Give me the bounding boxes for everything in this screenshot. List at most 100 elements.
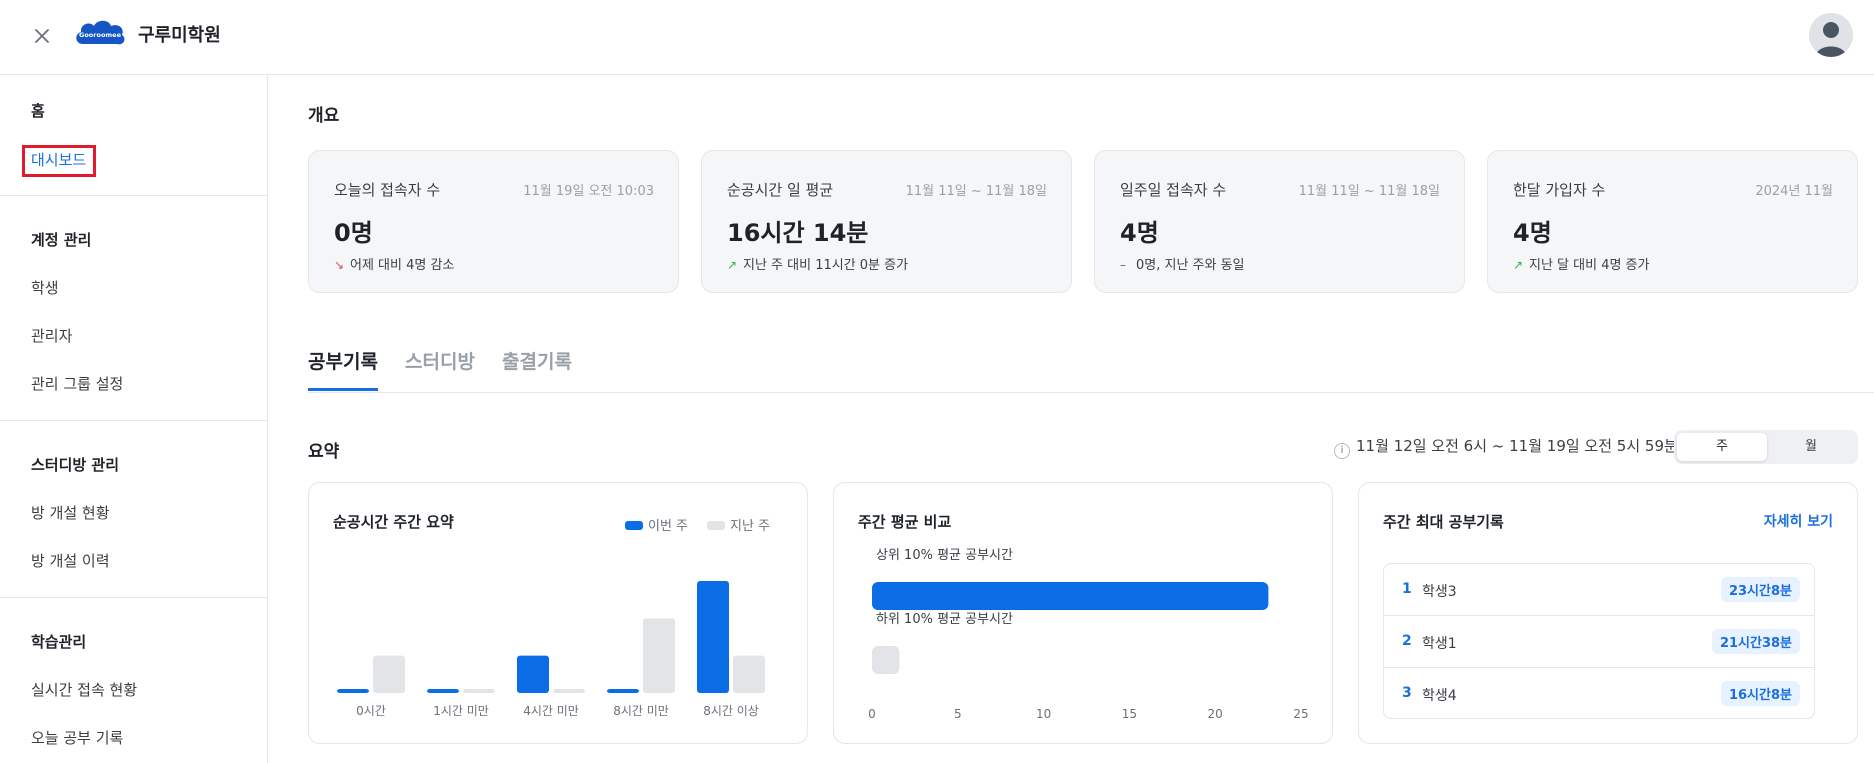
stat-label: 순공시간 일 평균 — [727, 181, 834, 199]
rank-number: 3 — [1402, 685, 1412, 701]
period-week-button[interactable]: 주 — [1677, 433, 1767, 461]
logo-text: Gooroomee — [79, 31, 122, 39]
bar-label: 하위 10% 평균 공부시간 — [876, 612, 1013, 627]
sidebar-item-today-study[interactable]: 오늘 공부 기록 — [31, 727, 123, 748]
bar-label: 상위 10% 평균 공부시간 — [876, 548, 1013, 563]
stat-change: ↗ 지난 달 대비 4명 증가 — [1513, 254, 1649, 273]
sidebar: 홈 대시보드 계정 관리 학생 관리자 관리 그룹 설정 스터디방 관리 방 개… — [0, 75, 268, 763]
date-range: i 11월 12일 오전 6시 ~ 11월 19일 오전 5시 59분 — [1334, 435, 1678, 459]
bar-last-week — [643, 618, 675, 693]
average-bar-chart: 상위 10% 평균 공부시간하위 10% 평균 공부시간 0 5 10 15 20 25 — [868, 548, 1308, 721]
stat-label: 오늘의 접속자 수 — [334, 181, 441, 199]
weekly-bar-chart: 0시간 1시간 미만 4시간 미만 8시간 미만 8시간 이상 — [337, 581, 765, 718]
overview-title: 개요 — [308, 106, 340, 126]
sidebar-section-account: 계정 관리 — [31, 231, 92, 249]
weekly-average-panel: 주간 평균 비교 상위 10% 평균 공부시간 하위 10% 평균 공부시간 0 5 1… — [833, 482, 1333, 744]
rank-row[interactable]: 3 학생4 16시간8분 — [1384, 668, 1814, 720]
stat-change-text: 어제 대비 4명 감소 — [350, 258, 455, 273]
sidebar-section-studyroom: 스터디방 관리 — [31, 456, 120, 474]
x-tick-label: 8시간 미만 — [613, 704, 669, 718]
trend-up-icon: ↗ — [727, 258, 738, 272]
stat-change: ↗ 지난 주 대비 11시간 0분 증가 — [727, 254, 908, 273]
bar-bottom-10 — [872, 646, 900, 674]
x-tick-label: 5 — [954, 707, 962, 721]
bar-this-week — [427, 689, 459, 693]
bar-last-week — [553, 689, 585, 693]
sidebar-item-dashboard[interactable]: 대시보드 — [31, 149, 86, 170]
date-range-text: 11월 12일 오전 6시 ~ 11월 19일 오전 5시 59분 — [1356, 437, 1678, 455]
info-icon: i — [1334, 443, 1350, 459]
bar-this-week — [607, 689, 639, 693]
tab-attendance[interactable]: 출결기록 — [502, 347, 572, 388]
sidebar-item-group-settings[interactable]: 관리 그룹 설정 — [31, 373, 123, 394]
stat-change-text: 지난 주 대비 11시간 0분 증가 — [743, 258, 909, 273]
tab-study-room[interactable]: 스터디방 — [405, 347, 475, 388]
sidebar-item-room-history[interactable]: 방 개설 이력 — [31, 550, 110, 571]
user-avatar-icon — [1809, 13, 1853, 57]
stat-change-text: 지난 달 대비 4명 증가 — [1529, 258, 1650, 273]
record-tabs: 공부기록 스터디방 출결기록 — [308, 347, 1874, 393]
stat-change-text: 0명, 지난 주와 동일 — [1136, 258, 1245, 273]
bar-last-week — [463, 689, 495, 693]
x-tick-label: 25 — [1293, 707, 1308, 721]
summary-title: 요약 — [308, 442, 340, 462]
view-details-link[interactable]: 자세히 보기 — [1764, 511, 1833, 531]
stat-label: 한달 가입자 수 — [1513, 181, 1606, 199]
study-time-badge: 16시간8분 — [1720, 681, 1800, 706]
rank-list: 1 학생3 23시간8분 2 학생1 21시간38분 3 학생4 16시간8분 — [1383, 563, 1815, 719]
rank-number: 1 — [1402, 581, 1412, 597]
user-avatar[interactable] — [1809, 13, 1853, 57]
sidebar-section-learning: 학습관리 — [31, 633, 87, 651]
stat-value: 4명 — [1513, 219, 1552, 247]
stat-label: 일주일 접속자 수 — [1120, 181, 1227, 199]
app-title: 구루미학원 — [138, 25, 221, 46]
x-tick-label: 1시간 미만 — [433, 704, 489, 718]
sidebar-divider — [0, 195, 267, 196]
stat-value: 4명 — [1120, 219, 1159, 247]
bar-last-week — [373, 655, 405, 693]
top-header: Gooroomee 구루미학원 — [0, 0, 1874, 75]
tab-study-record[interactable]: 공부기록 — [308, 347, 378, 391]
sidebar-item-live-access[interactable]: 실시간 접속 현황 — [31, 679, 137, 700]
student-name: 학생3 — [1422, 584, 1457, 600]
gooroomee-logo: Gooroomee — [73, 16, 127, 50]
period-toggle: 주 월 — [1674, 430, 1858, 464]
sidebar-divider — [0, 597, 267, 598]
trend-down-icon: ↘ — [334, 258, 345, 272]
x-tick-label: 8시간 이상 — [703, 704, 759, 718]
close-button[interactable] — [30, 24, 54, 48]
trend-up-icon: ↗ — [1513, 258, 1524, 272]
stat-card-weekly-visitors: 일주일 접속자 수 11월 11일 ~ 11월 18일 4명 –0명, 지난 주… — [1094, 150, 1465, 293]
bar-this-week — [697, 581, 729, 693]
sidebar-item-home[interactable]: 홈 — [31, 100, 45, 121]
bar-last-week — [733, 655, 765, 693]
close-icon — [35, 29, 49, 43]
stat-date: 11월 19일 오전 10:03 — [523, 184, 654, 199]
trend-flat-icon: – — [1120, 258, 1126, 272]
student-name: 학생4 — [1422, 688, 1457, 704]
x-tick-label: 0 — [868, 707, 876, 721]
stat-card-daily-average: 순공시간 일 평균 11월 11일 ~ 11월 18일 16시간 14분 ↗ 지난… — [701, 150, 1072, 293]
rank-row[interactable]: 2 학생1 21시간38분 — [1384, 616, 1814, 668]
stat-card-today-visitors: 오늘의 접속자 수 11월 19일 오전 10:03 0명 ↘ 어제 대비 4명 … — [308, 150, 679, 293]
stat-value: 16시간 14분 — [727, 219, 869, 247]
bar-this-week — [337, 689, 369, 693]
sidebar-item-admins[interactable]: 관리자 — [31, 325, 72, 346]
stat-card-monthly-signups: 한달 가입자 수 2024년 11월 4명 ↗ 지난 달 대비 4명 증가 — [1487, 150, 1858, 293]
x-tick-label: 10 — [1036, 707, 1051, 721]
x-tick-label: 20 — [1208, 707, 1223, 721]
weekly-summary-panel: 순공시간 주간 요약 이번 주 지난 주 0시간 1시간 미만 4시간 미만 8시간 … — [308, 482, 808, 744]
panel-title: 주간 최대 공부기록 — [1383, 513, 1504, 531]
stat-date: 2024년 11월 — [1755, 184, 1833, 199]
rank-row[interactable]: 1 학생3 23시간8분 — [1384, 564, 1814, 616]
stat-value: 0명 — [334, 219, 373, 247]
student-name: 학생1 — [1422, 636, 1457, 652]
sidebar-item-room-status[interactable]: 방 개설 현황 — [31, 502, 110, 523]
bar-this-week — [517, 655, 549, 693]
period-month-button[interactable]: 월 — [1766, 433, 1856, 461]
x-tick-label: 4시간 미만 — [523, 704, 579, 718]
stat-date: 11월 11일 ~ 11월 18일 — [1298, 184, 1440, 199]
x-tick-label: 0시간 — [356, 704, 386, 718]
study-time-badge: 23시간8분 — [1720, 577, 1800, 602]
sidebar-item-students[interactable]: 학생 — [31, 277, 59, 298]
